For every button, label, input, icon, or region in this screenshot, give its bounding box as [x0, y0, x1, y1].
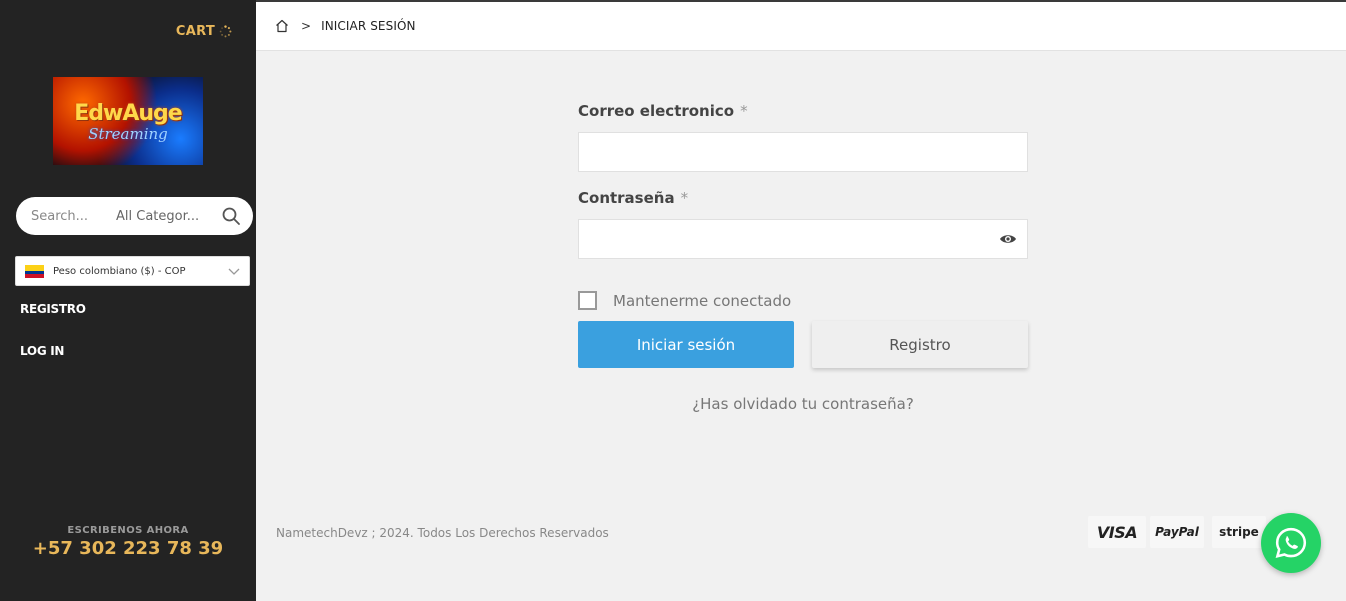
currency-label: Peso colombiano ($) - COP — [53, 265, 186, 277]
forgot-password-link[interactable]: ¿Has olvidado tu contraseña? — [578, 395, 1028, 413]
contact-phone[interactable]: +57 302 223 78 39 — [0, 538, 256, 559]
email-field[interactable] — [578, 132, 1028, 172]
logo-brand-text: EdwAuge — [74, 101, 182, 126]
nav-login-link[interactable]: LOG IN — [20, 344, 64, 358]
spinner-icon — [219, 25, 232, 38]
email-label-text: Correo electronico — [578, 102, 735, 120]
site-logo[interactable]: EdwAuge Streaming — [53, 77, 203, 165]
password-field[interactable] — [578, 219, 1028, 259]
breadcrumb-current: INICIAR SESIÓN — [321, 19, 416, 33]
nav-registro-link[interactable]: REGISTRO — [20, 302, 86, 316]
copyright-text: NametechDevz ; 2024. Todos Los Derechos … — [276, 526, 609, 540]
login-button[interactable]: Iniciar sesión — [578, 321, 794, 368]
required-mark: * — [680, 189, 689, 207]
visa-logo: VISA — [1088, 516, 1146, 548]
currency-select[interactable]: Peso colombiano ($) - COP — [15, 256, 250, 286]
search-bar: Search... All Categor... — [16, 197, 253, 235]
email-label: Correo electronico * — [578, 102, 748, 120]
breadcrumb: > INICIAR SESIÓN — [256, 2, 1346, 51]
logo-sub-text: Streaming — [88, 125, 168, 143]
remember-checkbox[interactable] — [578, 291, 597, 310]
cart-label: CART — [175, 24, 215, 39]
cart-link[interactable]: CART — [176, 24, 232, 39]
register-button[interactable]: Registro — [812, 321, 1028, 368]
search-icon[interactable] — [221, 206, 241, 226]
whatsapp-button[interactable] — [1261, 513, 1321, 573]
password-label: Contraseña * — [578, 189, 688, 207]
category-select[interactable]: All Categor... — [116, 209, 204, 224]
whatsapp-icon — [1275, 527, 1307, 559]
password-label-text: Contraseña — [578, 189, 675, 207]
breadcrumb-separator: > — [301, 19, 312, 33]
eye-icon[interactable] — [999, 232, 1017, 246]
remember-label: Mantenerme conectado — [613, 291, 792, 310]
contact-label: ESCRIBENOS AHORA — [67, 525, 189, 536]
required-mark: * — [740, 102, 748, 120]
colombia-flag-icon — [25, 264, 44, 278]
chevron-down-icon — [228, 268, 240, 275]
sidebar: CART EdwAuge Streaming Search... All Cat… — [0, 0, 256, 601]
search-input[interactable]: Search... — [31, 209, 101, 224]
stripe-logo: stripe — [1212, 516, 1266, 548]
paypal-logo: PayPal — [1150, 516, 1204, 548]
home-icon[interactable] — [275, 19, 289, 33]
remember-me[interactable]: Mantenerme conectado — [578, 291, 791, 310]
